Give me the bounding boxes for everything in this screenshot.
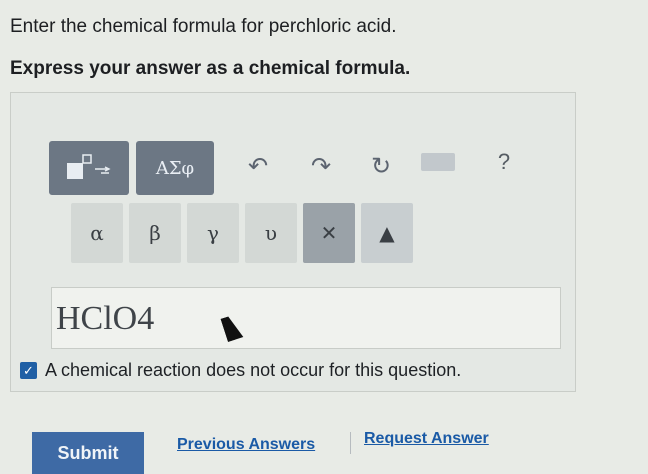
delete-key[interactable]: ✕: [303, 203, 355, 263]
formula-input[interactable]: HClO4: [51, 287, 561, 349]
no-reaction-checkbox[interactable]: ✓: [20, 362, 37, 379]
reset-icon[interactable]: ↻: [364, 149, 398, 183]
submit-button[interactable]: Submit: [32, 432, 144, 474]
template-icon: [67, 154, 111, 179]
keyboard-icon[interactable]: [421, 153, 455, 171]
template-button[interactable]: [49, 141, 129, 195]
previous-answers-link[interactable]: Previous Answers: [177, 436, 315, 454]
no-reaction-option[interactable]: ✓ A chemical reaction does not occur for…: [20, 360, 461, 381]
answer-panel: ΑΣφ ↶ ↷ ↻ ? α β γ υ ✕ ▲ HClO4: [10, 92, 576, 392]
arrow-up-key[interactable]: ▲: [361, 203, 413, 263]
mouse-cursor-icon: [220, 314, 244, 342]
request-answer-link[interactable]: Request Answer: [364, 430, 489, 448]
greek-toggle-button[interactable]: ΑΣφ: [136, 141, 214, 195]
question-prompt: Enter the chemical formula for perchlori…: [10, 16, 397, 37]
link-divider: [350, 432, 351, 454]
help-button[interactable]: ?: [489, 145, 519, 179]
key-beta[interactable]: β: [129, 203, 181, 263]
key-alpha[interactable]: α: [71, 203, 123, 263]
redo-icon[interactable]: ↷: [304, 149, 338, 183]
key-upsilon[interactable]: υ: [245, 203, 297, 263]
editor-toolbar: ΑΣφ ↶ ↷ ↻ ?: [11, 93, 575, 201]
formula-value: HClO4: [56, 300, 155, 337]
undo-icon[interactable]: ↶: [241, 149, 275, 183]
key-gamma[interactable]: γ: [187, 203, 239, 263]
no-reaction-label: A chemical reaction does not occur for t…: [45, 360, 462, 380]
answer-instruction: Express your answer as a chemical formul…: [10, 58, 411, 79]
